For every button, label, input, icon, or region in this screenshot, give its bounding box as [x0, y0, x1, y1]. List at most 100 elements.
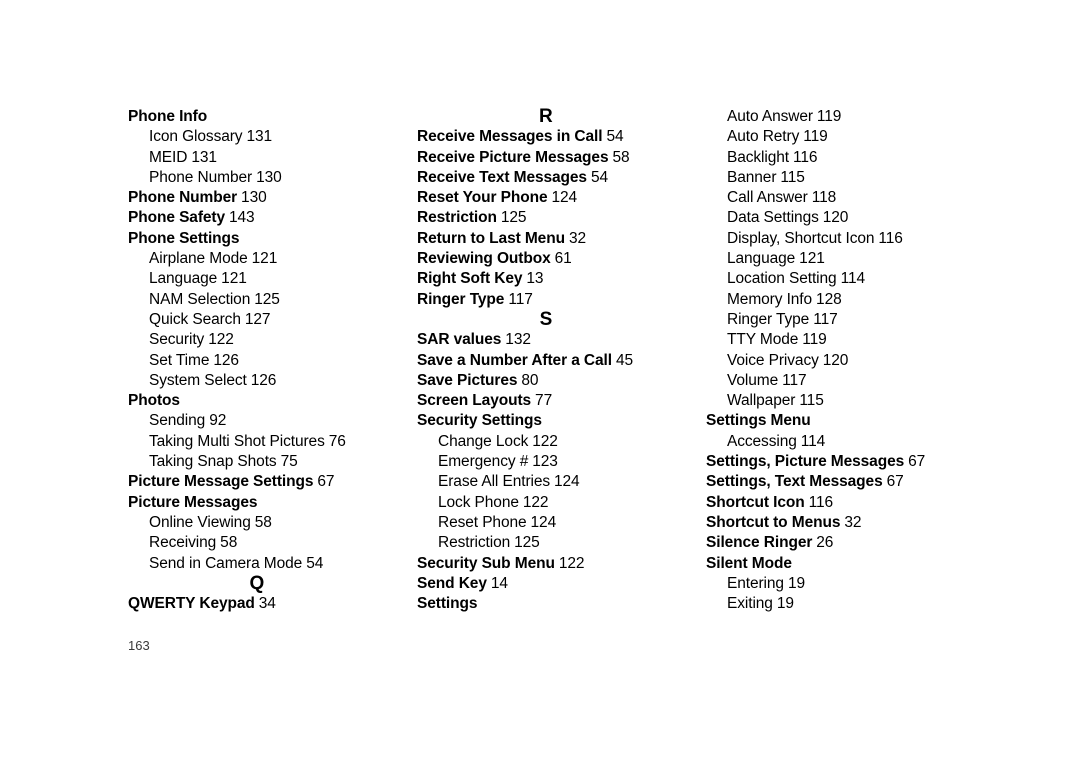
index-entry-sub[interactable]: Exiting 19 [706, 594, 1006, 614]
index-entry-label: Volume [727, 371, 779, 389]
index-entry-sub[interactable]: Sending 92 [128, 411, 428, 431]
index-entry-sub[interactable]: Restriction 125 [417, 533, 717, 553]
index-entry-main[interactable]: Receive Messages in Call 54 [417, 127, 717, 147]
index-entry-main[interactable]: Settings, Text Messages 67 [706, 472, 1006, 492]
index-entry-sub[interactable]: Language 121 [706, 249, 1006, 269]
index-entry-main[interactable]: Restriction 125 [417, 208, 717, 228]
index-entry-page-number: 114 [800, 432, 826, 450]
index-entry-sub[interactable]: Reset Phone 124 [417, 513, 717, 533]
index-entry-main[interactable]: Receive Picture Messages 58 [417, 148, 717, 168]
index-entry-main[interactable]: Save Pictures 80 [417, 371, 717, 391]
index-entry-sub[interactable]: Security 122 [128, 330, 428, 350]
index-entry-sub[interactable]: Ringer Type 117 [706, 310, 1006, 330]
index-entry-page-number: 121 [251, 250, 278, 268]
index-entry-main[interactable]: Screen Layouts 77 [417, 391, 717, 411]
index-entry-page-number: 19 [787, 574, 805, 592]
index-entry-sub[interactable]: Online Viewing 58 [128, 513, 428, 533]
index-entry-sub[interactable]: Entering 19 [706, 574, 1006, 594]
index-entry-main[interactable]: Photos [128, 391, 428, 411]
index-entry-sub[interactable]: Taking Multi Shot Pictures 76 [128, 432, 428, 452]
index-entry-main[interactable]: Settings [417, 594, 717, 614]
index-entry-sub[interactable]: Send in Camera Mode 54 [128, 554, 428, 574]
index-entry-main[interactable]: Phone Number 130 [128, 188, 428, 208]
index-entry-sub[interactable]: Set Time 126 [128, 351, 428, 371]
index-entry-main[interactable]: Picture Message Settings 67 [128, 472, 428, 492]
index-entry-label: Banner [727, 168, 777, 186]
index-entry-sub[interactable]: Icon Glossary 131 [128, 127, 428, 147]
index-entry-sub[interactable]: Language 121 [128, 269, 428, 289]
index-entry-page-number: 130 [241, 189, 267, 207]
index-entry-label: Language [149, 270, 218, 288]
index-entry-main[interactable]: Reviewing Outbox 61 [417, 249, 717, 269]
index-entry-main[interactable]: Return to Last Menu 32 [417, 229, 717, 249]
index-entry-sub[interactable]: Auto Answer 119 [706, 107, 1006, 127]
index-entry-sub[interactable]: Location Setting 114 [706, 269, 1006, 289]
index-entry-main[interactable]: Save a Number After a Call 45 [417, 351, 717, 371]
index-entry-sub[interactable]: Data Settings 120 [706, 208, 1006, 228]
index-entry-main[interactable]: Security Settings [417, 411, 717, 431]
index-entry-sub[interactable]: Backlight 116 [706, 148, 1006, 168]
index-entry-page-number: 67 [886, 473, 904, 491]
index-entry-page-number: 131 [246, 128, 273, 146]
index-entry-label: Receive Picture Messages [417, 148, 609, 166]
index-entry-page-number: 14 [490, 574, 508, 592]
index-entry-page-number: 117 [508, 290, 533, 308]
index-entry-main[interactable]: Settings Menu [706, 411, 1006, 431]
index-entry-label: Airplane Mode [149, 250, 248, 268]
index-entry-main[interactable]: Reset Your Phone 124 [417, 188, 717, 208]
index-entry-main[interactable]: Silence Ringer 26 [706, 533, 1006, 553]
index-entry-sub[interactable]: NAM Selection 125 [128, 290, 428, 310]
index-entry-sub[interactable]: System Select 126 [128, 371, 428, 391]
index-entry-page-number: 125 [514, 534, 540, 552]
index-entry-main[interactable]: Settings, Picture Messages 67 [706, 452, 1006, 472]
index-entry-main[interactable]: Phone Settings [128, 229, 428, 249]
index-entry-main[interactable]: Silent Mode [706, 554, 1006, 574]
index-entry-page-number: 121 [221, 270, 247, 288]
index-entry-sub[interactable]: Taking Snap Shots 75 [128, 452, 428, 472]
index-entry-sub[interactable]: Lock Phone 122 [417, 493, 717, 513]
index-entry-page-number: 126 [250, 371, 277, 389]
index-entry-sub[interactable]: Display, Shortcut Icon 116 [706, 229, 1006, 249]
index-entry-main[interactable]: Security Sub Menu 122 [417, 554, 717, 574]
index-entry-page-number: 67 [908, 453, 926, 471]
index-entry-label: Restriction [438, 534, 511, 552]
index-entry-sub[interactable]: Memory Info 128 [706, 290, 1006, 310]
index-entry-main[interactable]: Ringer Type 117 [417, 290, 717, 310]
index-entry-sub[interactable]: Accessing 114 [706, 432, 1006, 452]
index-entry-sub[interactable]: Airplane Mode 121 [128, 249, 428, 269]
index-entry-main[interactable]: Shortcut Icon 116 [706, 493, 1006, 513]
index-entry-main[interactable]: Phone Safety 143 [128, 208, 428, 228]
index-entry-sub[interactable]: Erase All Entries 124 [417, 472, 717, 492]
index-entry-main[interactable]: Phone Info [128, 107, 428, 127]
index-entry-page-number: 131 [191, 148, 217, 166]
index-entry-sub[interactable]: Quick Search 127 [128, 310, 428, 330]
index-entry-sub[interactable]: Emergency #123 [417, 452, 717, 472]
index-entry-main[interactable]: Picture Messages [128, 493, 428, 513]
index-entry-main[interactable]: Shortcut to Menus 32 [706, 513, 1006, 533]
index-entry-sub[interactable]: Volume 117 [706, 371, 1006, 391]
index-entry-label: Location Setting [727, 270, 837, 288]
index-entry-sub[interactable]: Call Answer 118 [706, 188, 1006, 208]
index-entry-sub[interactable]: Phone Number 130 [128, 168, 428, 188]
index-entry-page-number: 13 [526, 270, 544, 288]
index-entry-label: Phone Safety [128, 209, 225, 227]
index-entry-main[interactable]: Right Soft Key 13 [417, 269, 717, 289]
index-entry-label: Taking Snap Shots [149, 453, 277, 471]
index-entry-sub[interactable]: Voice Privacy 120 [706, 351, 1006, 371]
index-entry-main[interactable]: QWERTY Keypad 34 [128, 594, 428, 614]
index-entry-sub[interactable]: Auto Retry 119 [706, 127, 1006, 147]
index-entry-label: Return to Last Menu [417, 229, 565, 247]
index-entry-main[interactable]: Send Key 14 [417, 574, 717, 594]
index-entry-label: Silent Mode [706, 554, 792, 572]
index-entry-sub[interactable]: Change Lock 122 [417, 432, 717, 452]
index-entry-main[interactable]: SAR values 132 [417, 330, 717, 350]
index-entry-page-number: 58 [254, 513, 272, 531]
index-entry-sub[interactable]: TTY Mode 119 [706, 330, 1006, 350]
index-entry-sub[interactable]: MEID 131 [128, 148, 428, 168]
index-entry-page-number: 125 [500, 209, 527, 227]
index-entry-sub[interactable]: Receiving 58 [128, 533, 428, 553]
index-entry-main[interactable]: Receive Text Messages 54 [417, 168, 717, 188]
index-entry-page-number: 118 [811, 189, 837, 207]
index-entry-sub[interactable]: Wallpaper 115 [706, 391, 1006, 411]
index-entry-sub[interactable]: Banner 115 [706, 168, 1006, 188]
